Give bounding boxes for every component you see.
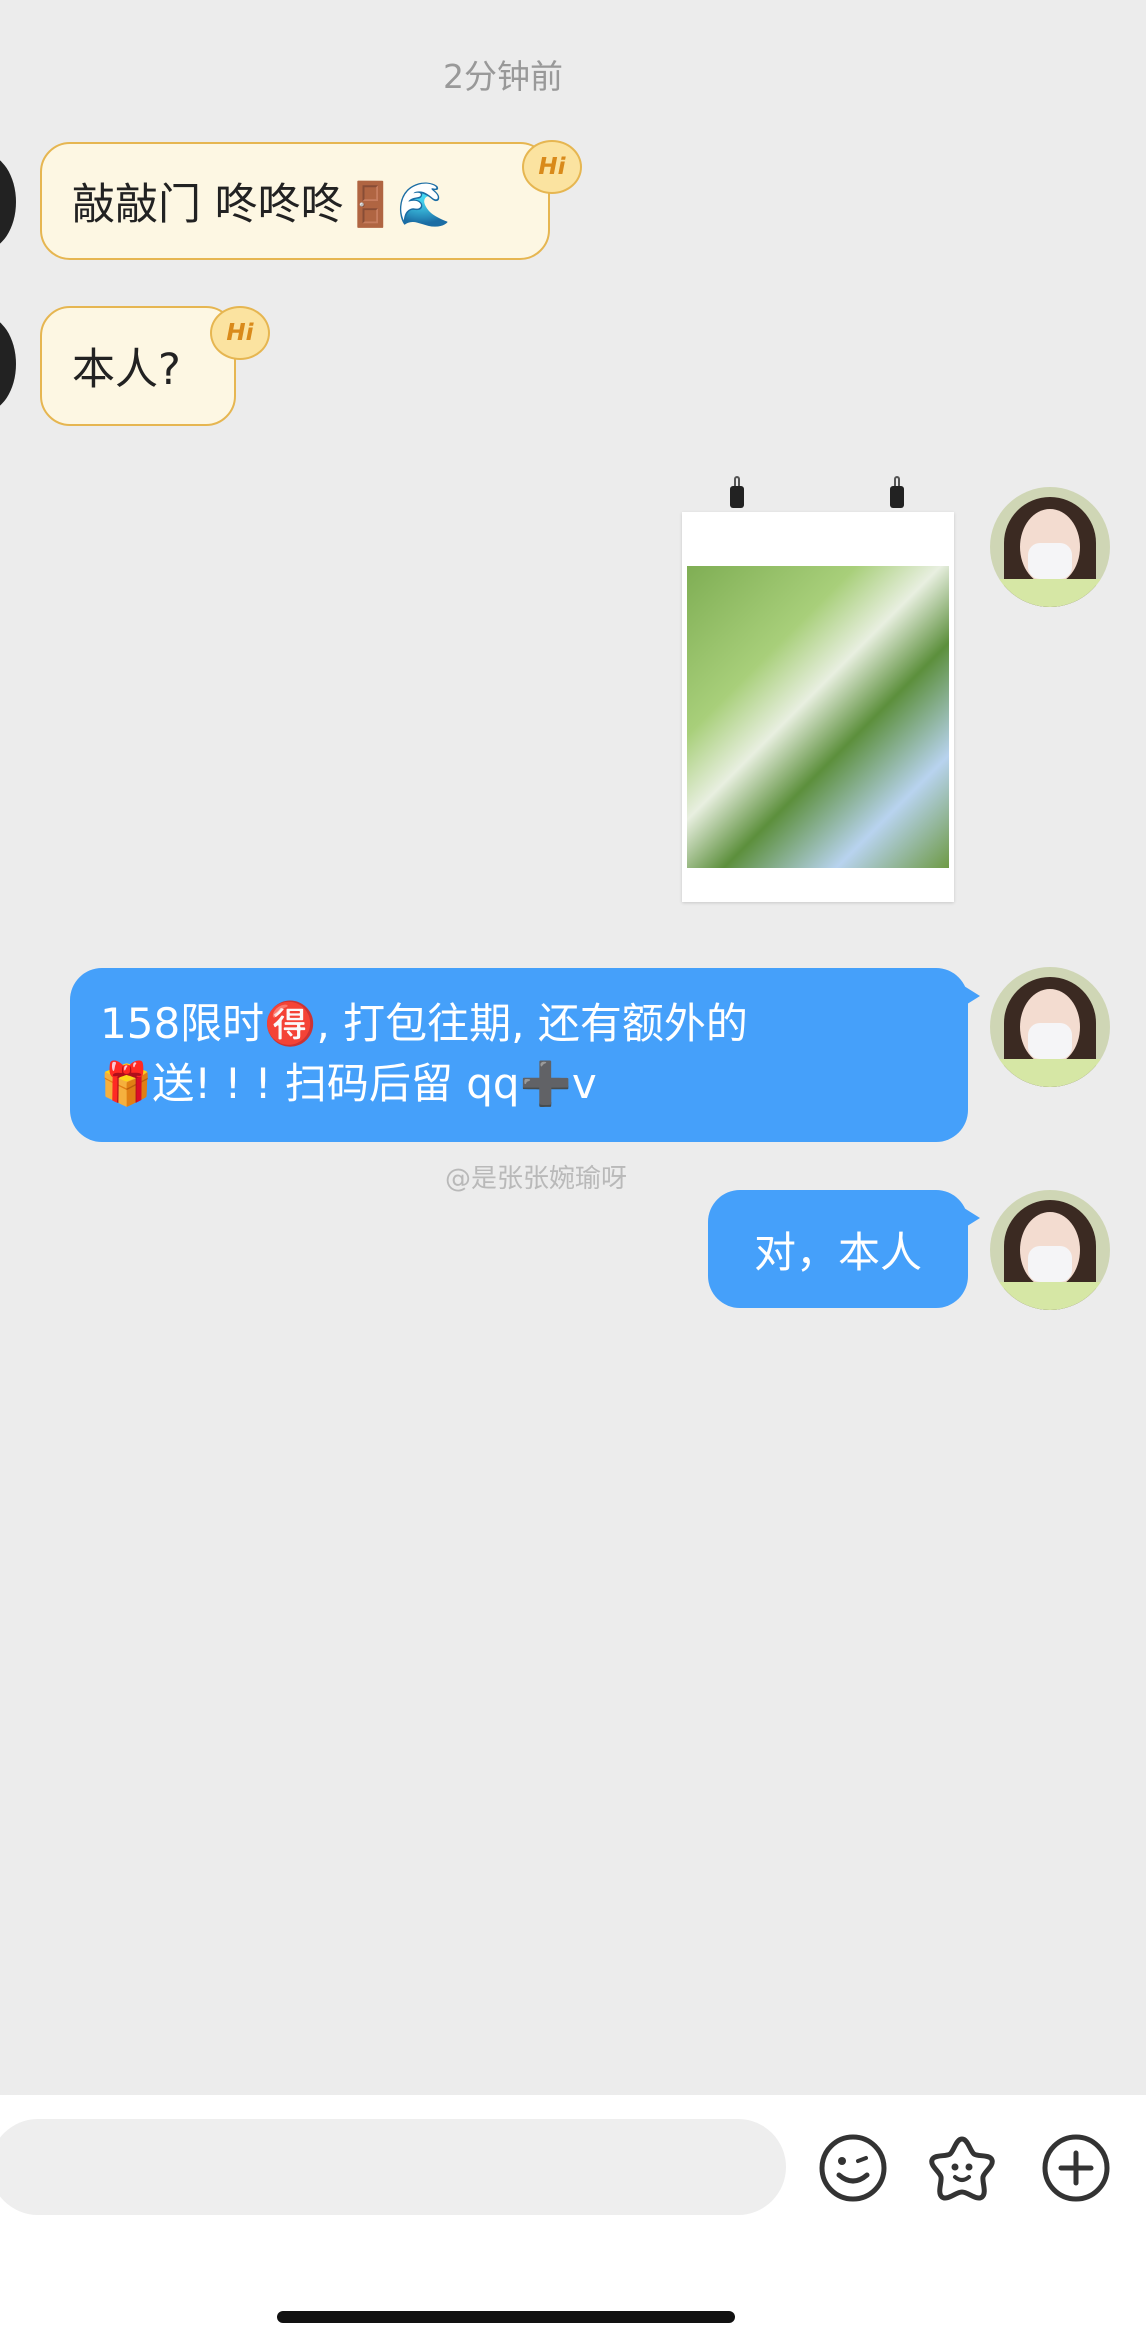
poster-clip-left [730,476,744,508]
outgoing-message-bubble[interactable]: 对，本人 [708,1190,980,1308]
image-message[interactable] [682,476,954,902]
message-line-1: 158限时🉐, 打包往期, 还有额外的 [100,999,748,1048]
message-text: 敲敲门 咚咚咚🚪🌊 [72,180,451,230]
watermark: @是张张婉瑜呀 [445,1164,628,1194]
message-input[interactable] [0,2119,786,2215]
hi-badge: Hi [522,140,582,194]
message-text: 本人? [72,345,181,395]
star-face-icon[interactable] [927,2133,997,2203]
hi-badge: Hi [210,306,270,360]
user-avatar[interactable] [990,967,1110,1087]
poster-photo [687,566,949,868]
input-bar [0,2095,1146,2347]
smiley-icon[interactable] [818,2133,888,2203]
sender-avatar[interactable] [0,316,16,412]
poster-clip-right [890,476,904,508]
plus-circle-icon[interactable] [1041,2133,1111,2203]
outgoing-message-bubble[interactable]: 158限时🉐, 打包往期, 还有额外的 🎁送! ! ! 扫码后留 qq➕v [70,968,980,1142]
timestamp: 2分钟前 [443,57,563,96]
home-indicator [277,2311,735,2323]
user-avatar[interactable] [990,487,1110,607]
message-line-2: 🎁送! ! ! 扫码后留 qq➕v [100,1059,597,1108]
incoming-message-bubble[interactable]: 敲敲门 咚咚咚🚪🌊 [40,142,550,260]
user-avatar[interactable] [990,1190,1110,1310]
sender-avatar[interactable] [0,154,16,250]
incoming-message-bubble[interactable]: 本人? [40,306,236,426]
message-text: 对，本人 [753,1227,922,1277]
